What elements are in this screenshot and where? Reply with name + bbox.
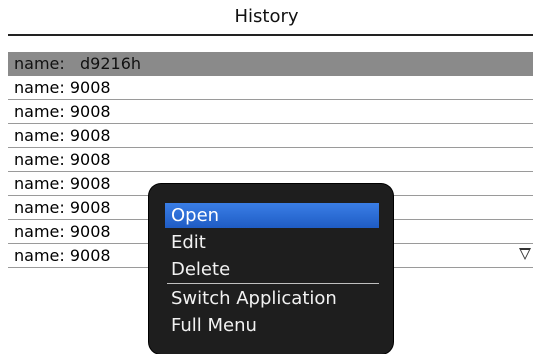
page-title: History	[234, 6, 299, 27]
list-item-label: name: 9008	[14, 197, 111, 217]
title-divider	[8, 34, 533, 36]
context-menu: Open Edit Delete Switch Application Full…	[149, 184, 393, 354]
menu-item-switch-application[interactable]: Switch Application	[165, 286, 379, 311]
menu-item-delete[interactable]: Delete	[165, 257, 379, 282]
list-item-selected[interactable]: name: d9216h	[8, 52, 533, 76]
menu-divider	[167, 283, 379, 284]
menu-item-edit[interactable]: Edit	[165, 230, 379, 255]
list-item-label: name: 9008	[14, 173, 111, 193]
list-item[interactable]: name: 9008	[8, 148, 533, 172]
list-item-label: name: 9008	[14, 77, 111, 97]
list-item[interactable]: name: 9008	[8, 76, 533, 100]
list-item-label: name: d9216h	[14, 53, 142, 73]
list-item-label: name: 9008	[14, 101, 111, 121]
down-triangle-icon	[519, 248, 531, 260]
menu-item-open[interactable]: Open	[165, 203, 379, 228]
list-item-label: name: 9008	[14, 125, 111, 145]
list-item-label: name: 9008	[14, 221, 111, 241]
list-item-label: name: 9008	[14, 245, 111, 265]
list-item[interactable]: name: 9008	[8, 124, 533, 148]
list-item[interactable]: name: 9008	[8, 100, 533, 124]
list-item-label: name: 9008	[14, 149, 111, 169]
menu-item-full-menu[interactable]: Full Menu	[165, 313, 379, 338]
